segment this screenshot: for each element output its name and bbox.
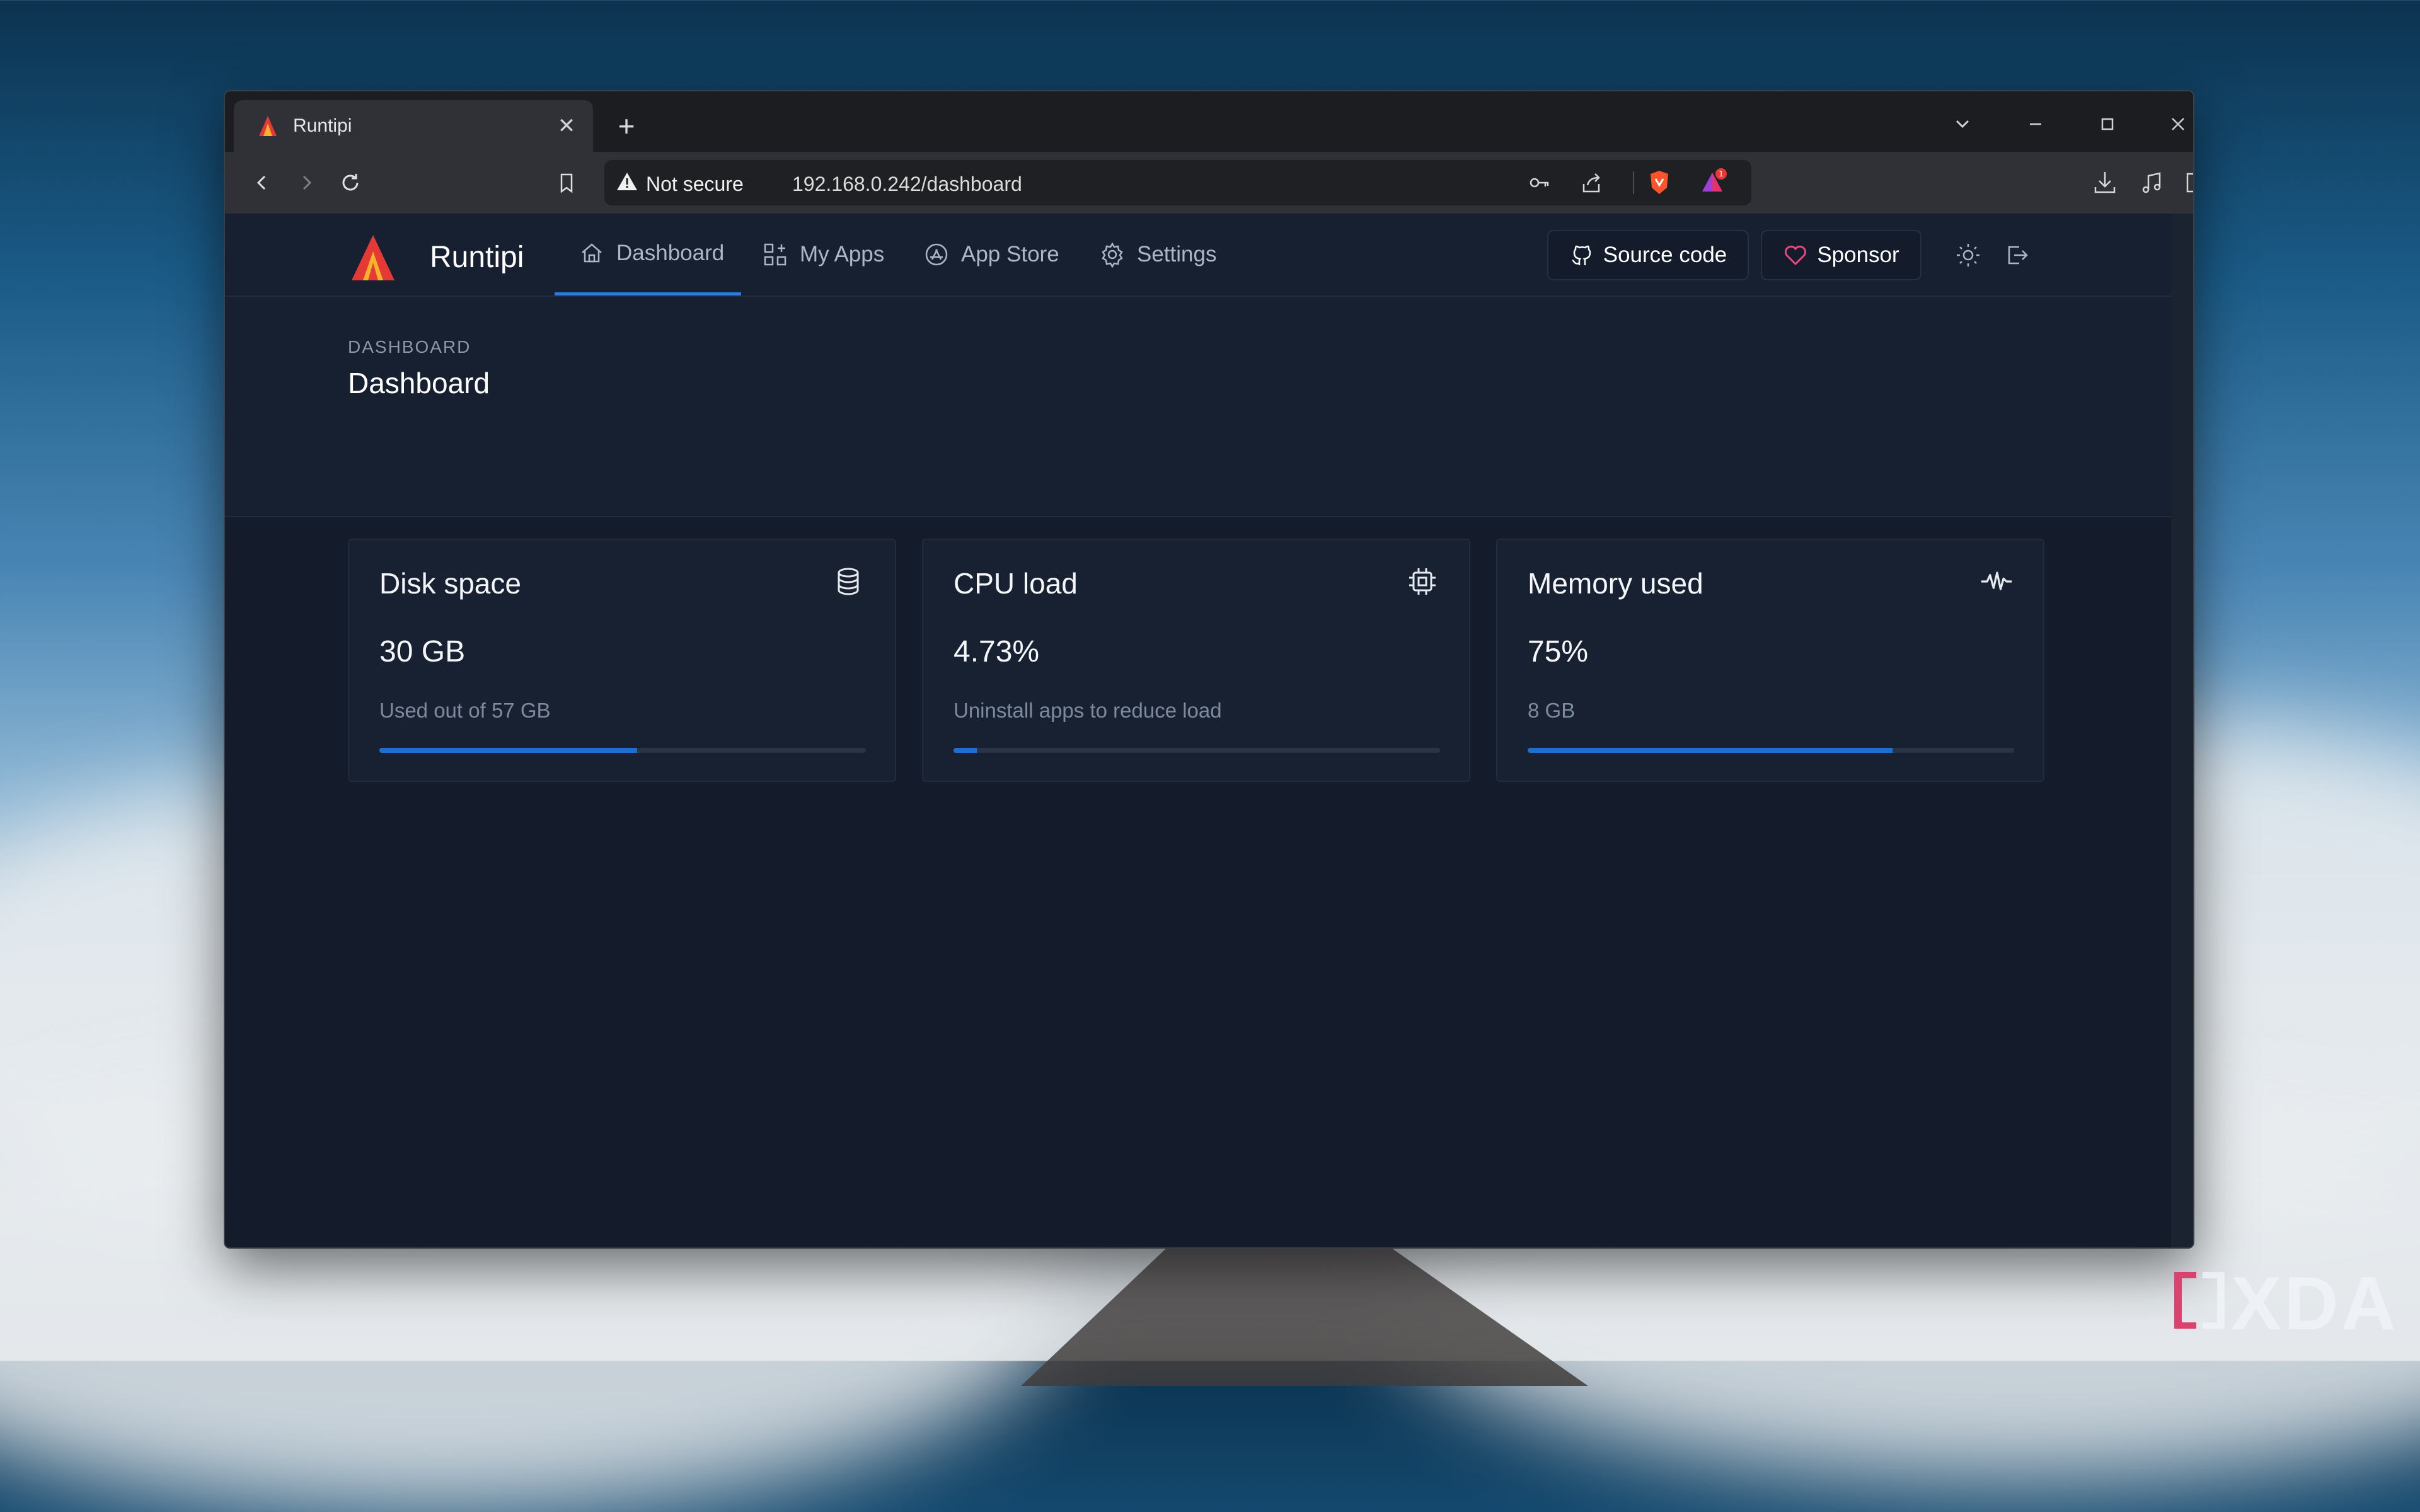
xda-watermark-text: XDA	[2231, 1261, 2399, 1346]
nav-item-app-store[interactable]: App Store	[923, 214, 1059, 295]
tab-search-chevron-icon[interactable]	[1940, 104, 1985, 144]
nav-item-dashboard[interactable]: Dashboard	[555, 214, 741, 295]
theme-toggle-sun-icon[interactable]	[1953, 240, 1983, 270]
address-bar[interactable]: Not secure 192.168.0.242/dashboard 1	[604, 160, 1751, 205]
database-icon	[832, 565, 865, 598]
home-icon	[582, 243, 602, 262]
source-code-label: Source code	[1603, 243, 1727, 267]
url-text[interactable]: 192.168.0.242/dashboard	[792, 173, 1022, 196]
page-pretitle: DASHBOARD	[348, 337, 471, 357]
maximize-button[interactable]	[2085, 104, 2129, 144]
card-title: Memory used	[1528, 567, 1703, 600]
card-subtitle: Uninstall apps to reduce load	[954, 699, 1222, 722]
progress-bar	[1528, 748, 2014, 753]
page-scrollbar[interactable]	[2171, 214, 2193, 1247]
forward-button[interactable]	[291, 167, 322, 198]
progress-bar	[379, 748, 866, 753]
card-subtitle: 8 GB	[1528, 699, 1576, 722]
page-header-band	[225, 295, 2171, 517]
page-title: Dashboard	[348, 367, 490, 399]
logout-icon[interactable]	[2002, 240, 2032, 270]
browser-tab[interactable]: Runtipi ✕	[234, 100, 593, 152]
sponsor-button[interactable]: Sponsor	[1761, 230, 1922, 280]
music-icon[interactable]	[2136, 167, 2167, 198]
progress-fill	[379, 748, 638, 753]
card-subtitle: Used out of 57 GB	[379, 699, 551, 722]
activity-icon	[1980, 565, 2013, 598]
share-icon[interactable]	[1576, 168, 1606, 198]
source-code-button[interactable]: Source code	[1547, 230, 1749, 280]
card-title: CPU load	[954, 567, 1078, 600]
brand-name[interactable]: Runtipi	[430, 240, 524, 275]
github-icon	[1572, 245, 1591, 265]
tab-bar: Runtipi ✕ +	[225, 91, 2193, 152]
nav-item-label: Settings	[1137, 242, 1217, 266]
close-window-button[interactable]	[2156, 104, 2193, 144]
tab-title: Runtipi	[293, 115, 352, 136]
cpu-load-card: CPU load 4.73% Uninstall apps to reduce …	[922, 539, 1470, 782]
cpu-icon	[1406, 565, 1439, 598]
brave-shields-icon[interactable]	[1644, 168, 1674, 198]
warning-icon	[617, 173, 637, 190]
card-value: 4.73%	[954, 635, 1040, 668]
sponsor-label: Sponsor	[1817, 243, 1899, 267]
progress-fill	[954, 748, 977, 753]
key-icon[interactable]	[1524, 168, 1555, 198]
address-bar-divider	[1633, 171, 1634, 194]
apps-icon	[764, 243, 786, 266]
bookmark-icon[interactable]	[551, 167, 582, 198]
heart-icon	[1785, 245, 1807, 266]
card-title: Disk space	[379, 567, 521, 600]
app-store-icon	[925, 243, 948, 266]
browser-toolbar: Not secure 192.168.0.242/dashboard 1	[225, 152, 2193, 214]
xda-watermark: XDA	[2168, 1260, 2398, 1347]
runtipi-logo-icon[interactable]	[348, 232, 398, 283]
new-tab-button[interactable]: +	[608, 108, 645, 144]
sidebar-icon[interactable]	[2181, 167, 2193, 198]
card-value: 75%	[1528, 635, 1589, 668]
memory-used-card: Memory used 75% 8 GB	[1496, 539, 2044, 782]
nav-item-my-apps[interactable]: My Apps	[762, 214, 884, 295]
card-value: 30 GB	[379, 635, 466, 668]
nav-item-settings[interactable]: Settings	[1099, 214, 1216, 295]
gear-icon	[1102, 242, 1123, 268]
xda-logo-icon	[2174, 1272, 2225, 1329]
progress-bar	[954, 748, 1440, 753]
security-label[interactable]: Not secure	[646, 173, 744, 196]
notification-badge: 1	[1719, 169, 1724, 178]
nav-item-label: Dashboard	[616, 240, 725, 265]
reload-button[interactable]	[335, 167, 366, 198]
progress-fill	[1528, 748, 1893, 753]
disk-space-card: Disk space 30 GB Used out of 57 GB	[348, 539, 896, 782]
app-top-nav: Runtipi Dashboard My Apps App Store Sett…	[225, 214, 2171, 297]
nav-item-label: My Apps	[800, 242, 885, 266]
page-content: Runtipi Dashboard My Apps App Store Sett…	[225, 214, 2171, 1247]
tab-close-icon[interactable]: ✕	[548, 107, 585, 145]
download-icon[interactable]	[2089, 167, 2121, 198]
minimize-button[interactable]	[2014, 104, 2058, 144]
brave-rewards-icon[interactable]: 1	[1698, 168, 1729, 198]
nav-item-label: App Store	[961, 242, 1059, 266]
runtipi-logo-icon	[259, 116, 277, 136]
back-button[interactable]	[246, 167, 278, 198]
browser-window: Runtipi ✕ + Not secure 192.168.0.242/das…	[224, 90, 2194, 1249]
